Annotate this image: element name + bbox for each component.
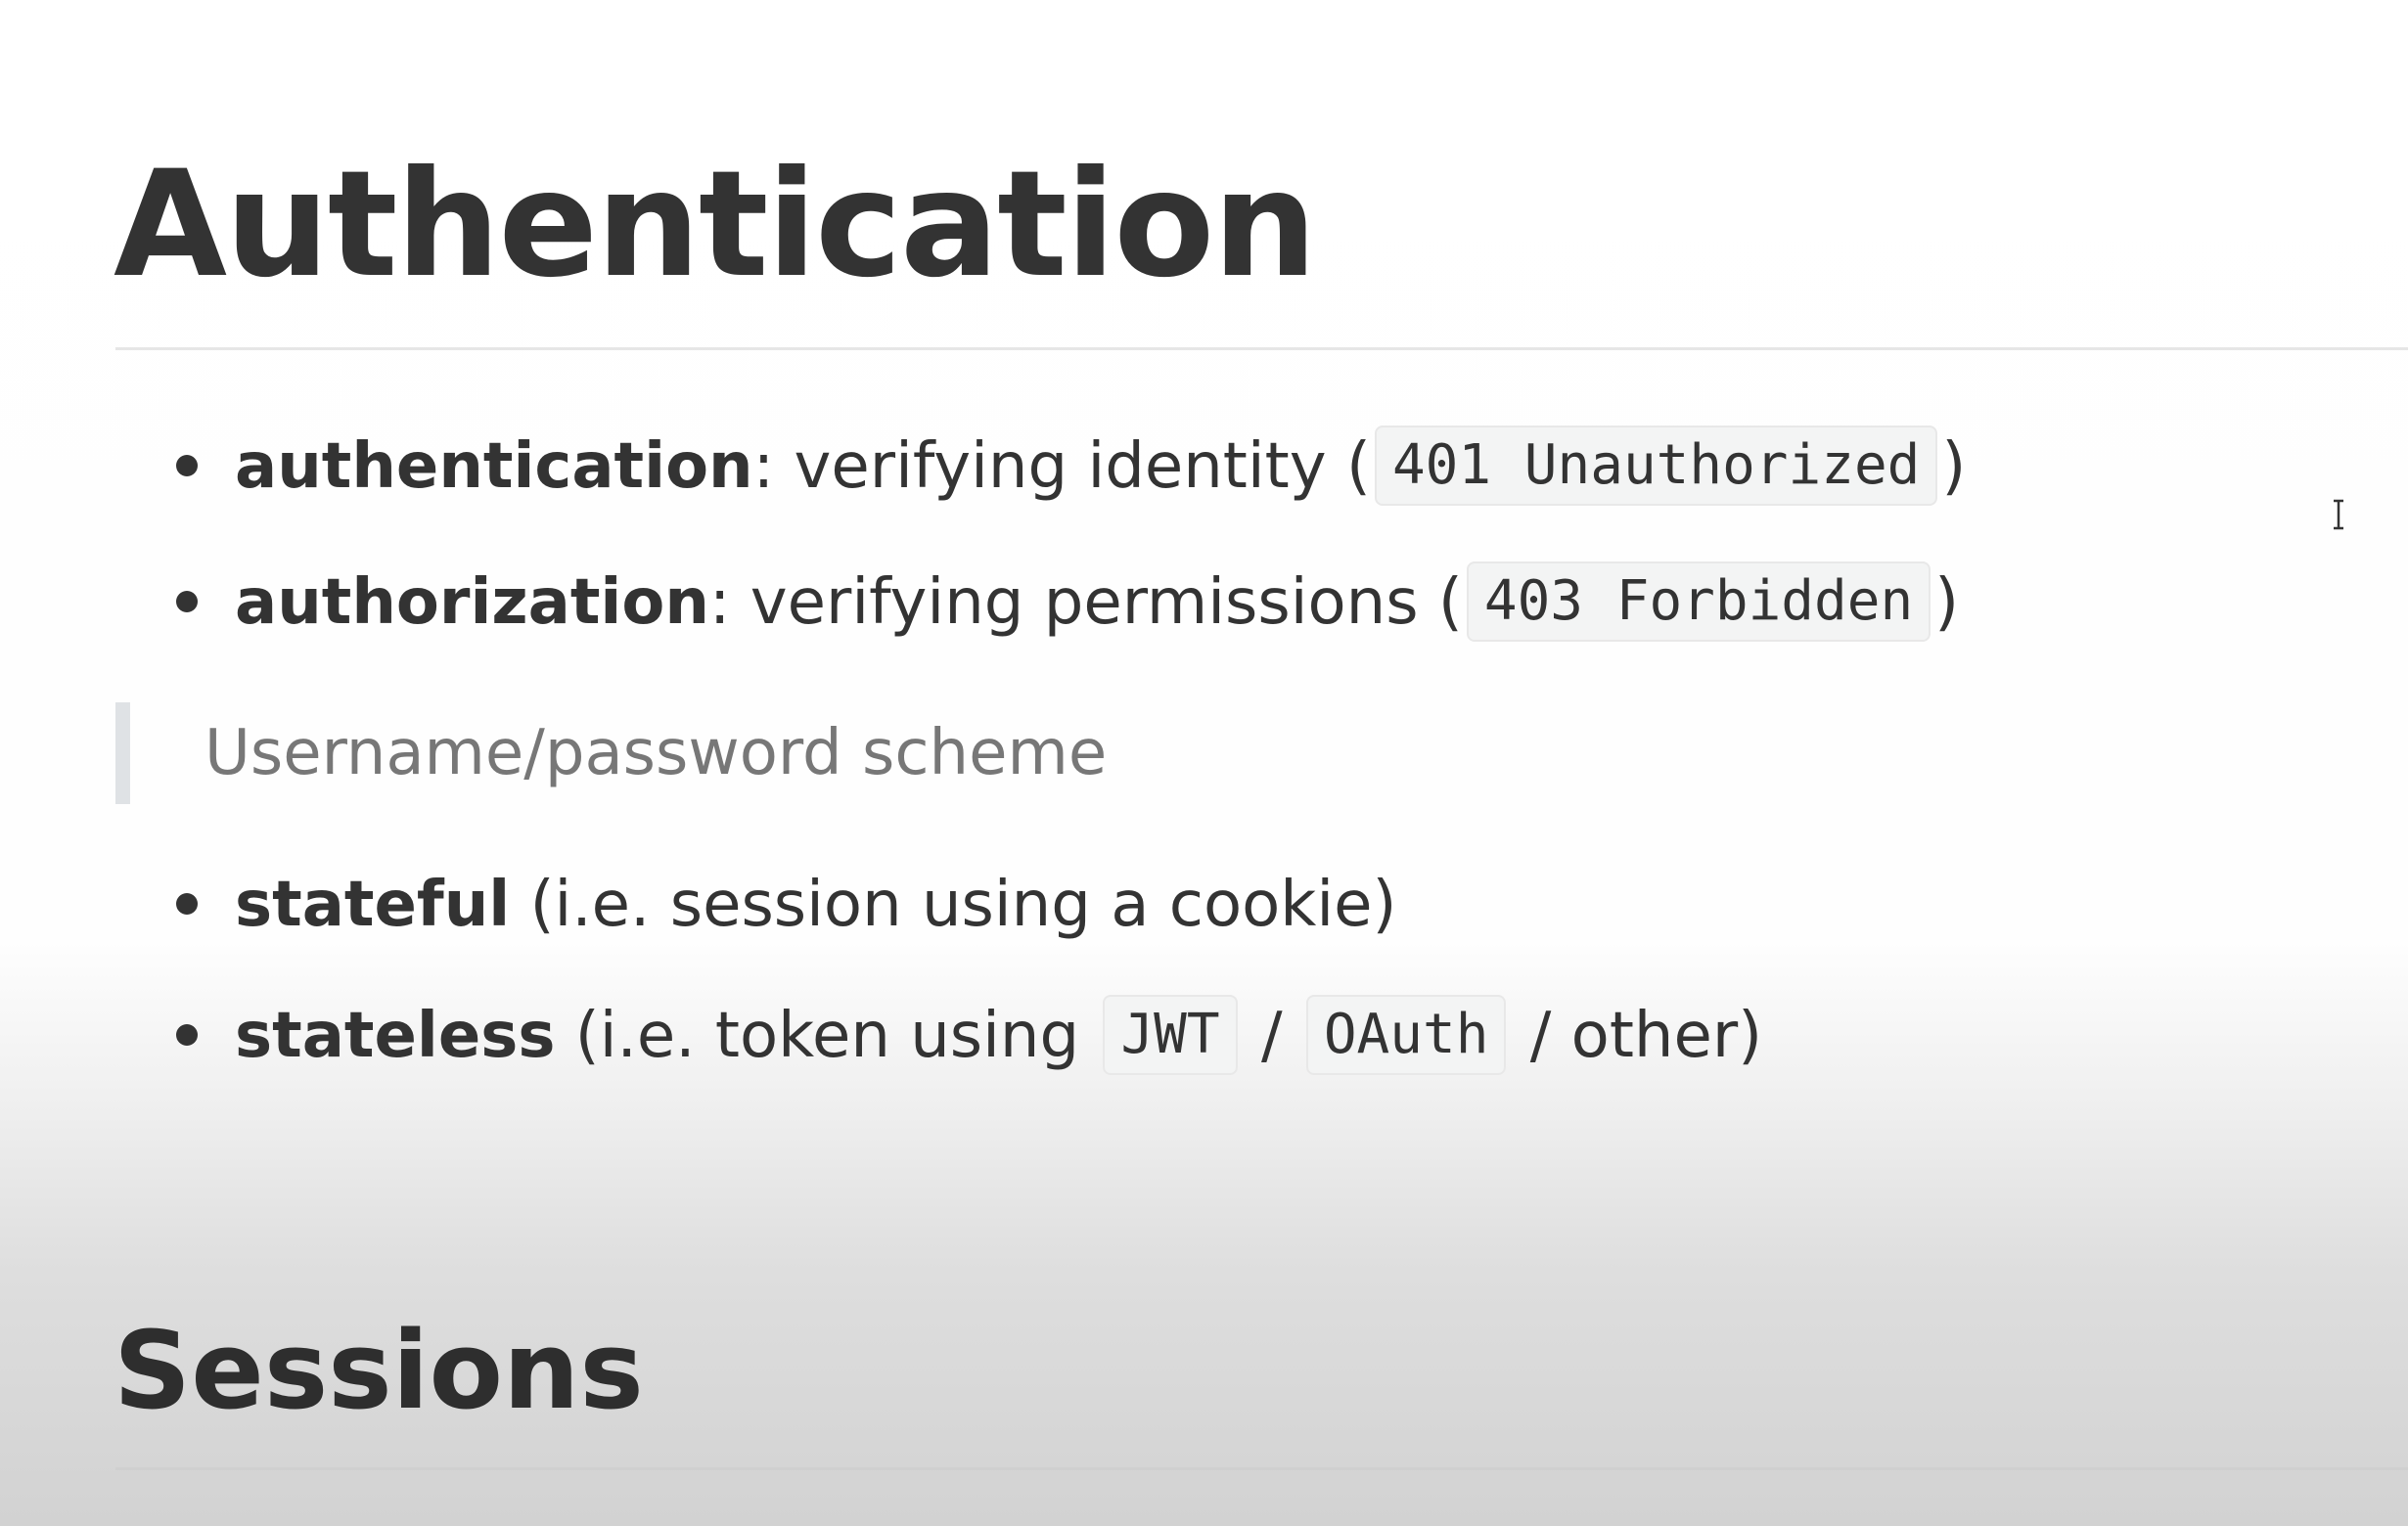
code-oauth: OAuth: [1305, 995, 1507, 1076]
document-page: Authentication authentication: verifying…: [0, 0, 2408, 1526]
item-text: (i.e. session using a cookie): [510, 869, 1397, 941]
text-cursor-icon: [2334, 499, 2343, 530]
item-text: verifying identity (: [774, 430, 1371, 503]
term-stateful: stateful: [235, 869, 511, 941]
code-jwt: JWT: [1103, 995, 1238, 1076]
blockquote: Username/password scheme: [115, 702, 1500, 804]
term-stateless: stateless: [235, 1000, 556, 1072]
list-item-authorization: authorization: verifying permissions (40…: [176, 561, 1960, 646]
term-authorization: authorization: [235, 566, 709, 639]
bullet-icon: [176, 893, 198, 916]
section-divider: [115, 1467, 2408, 1470]
bullet-icon: [176, 455, 198, 477]
code-403-forbidden: 403 Forbidden: [1466, 561, 1931, 643]
item-text: verifying permissions (: [730, 566, 1463, 639]
item-text: (i.e. token using: [555, 1000, 1100, 1072]
list-item-stateless: stateless (i.e. token using JWT / OAuth …: [176, 995, 1763, 1079]
blockquote-text: Username/password scheme: [204, 717, 1108, 789]
term-authentication: authentication: [235, 430, 753, 503]
list-item-stateful: stateful (i.e. session using a cookie): [176, 866, 1396, 944]
section-title-sessions: Sessions: [114, 1308, 644, 1433]
title-divider: [115, 347, 2408, 350]
item-close-paren: ): [1941, 430, 1967, 503]
item-close-paren: ): [1934, 566, 1960, 639]
page-title: Authentication: [114, 140, 1317, 310]
list-item-authentication: authentication: verifying identity (401 …: [176, 426, 1967, 510]
bullet-icon: [176, 591, 198, 613]
code-401-unauthorized: 401 Unauthorized: [1374, 426, 1938, 507]
item-text-end: / other): [1510, 1000, 1763, 1072]
term-separator: :: [752, 430, 775, 503]
term-separator: :: [708, 566, 731, 639]
item-slash: /: [1241, 1000, 1302, 1072]
bullet-icon: [176, 1024, 198, 1047]
